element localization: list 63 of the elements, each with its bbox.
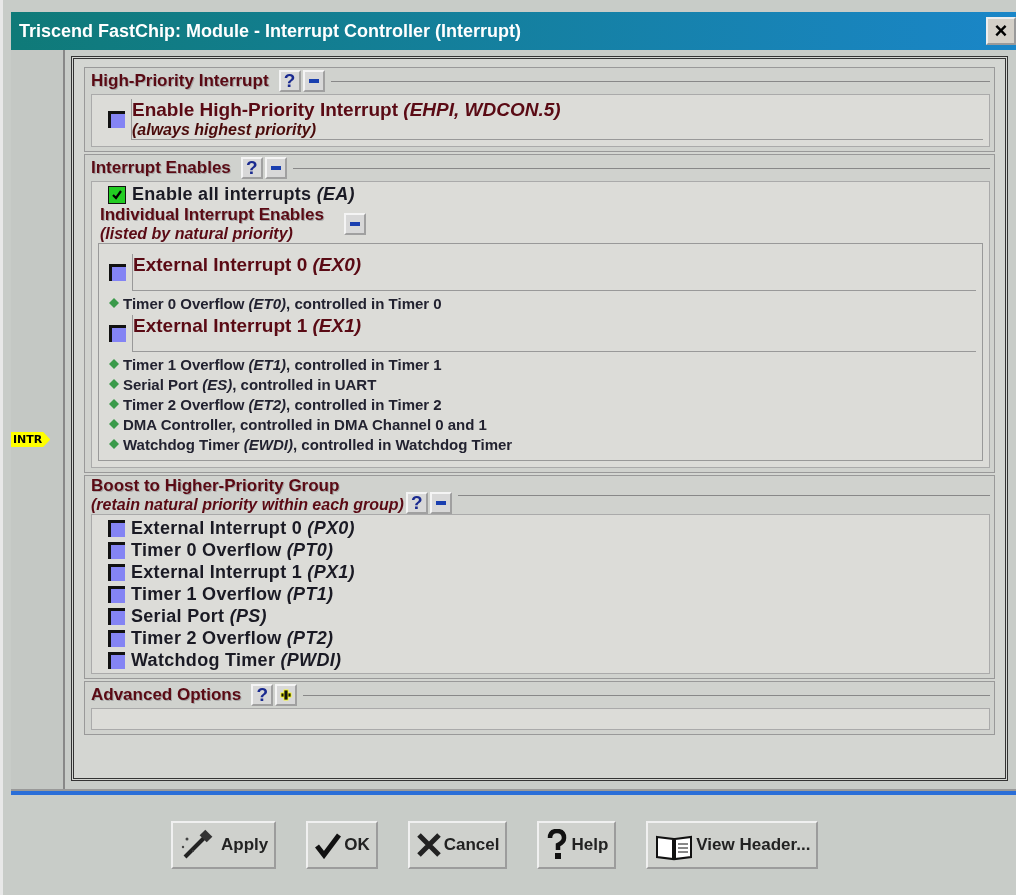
info-text: Timer 2 Overflow (ET2), controlled in Timer 2	[123, 395, 442, 413]
collapse-button[interactable]	[264, 157, 287, 179]
checkbox[interactable]	[109, 325, 126, 342]
checkbox[interactable]	[108, 651, 125, 669]
option-label: External Interrupt 0 (EX0)	[133, 254, 362, 275]
info-text: Serial Port (ES), controlled in UART	[123, 375, 377, 393]
collapse-button[interactable]	[302, 70, 325, 92]
diamond-bullet-icon	[109, 419, 119, 429]
option-label: External Interrupt 1 (EX1)	[133, 315, 362, 336]
help-button[interactable]: ?	[240, 157, 263, 179]
checkbox[interactable]	[108, 563, 125, 581]
collapse-button[interactable]	[429, 492, 452, 514]
diamond-bullet-icon	[109, 399, 119, 409]
option-label: Timer 2 Overflow (PT2)	[131, 627, 334, 649]
check-icon	[314, 831, 343, 859]
checkbox[interactable]	[108, 629, 125, 647]
dialog-button[interactable]: Apply	[171, 821, 277, 869]
dialog-button[interactable]: View Header...	[646, 821, 819, 869]
section-title: Advanced Options	[91, 685, 242, 705]
info-text: Timer 0 Overflow (ET0), controlled in Timer 0	[123, 294, 442, 312]
check-mark-icon	[111, 188, 123, 201]
expand-button[interactable]	[275, 684, 298, 706]
section-title: High-Priority Interrupt	[91, 71, 269, 91]
info-text: Watchdog Timer (EWDI), controlled in Watchdog Timer	[123, 435, 513, 453]
option-label: Timer 0 Overflow (PT0)	[131, 539, 334, 561]
section-note: (retain natural priority within each group)	[91, 496, 404, 514]
dialog-button[interactable]: OK	[306, 821, 378, 869]
help-button[interactable]: ?	[278, 70, 301, 92]
info-text: DMA Controller, controlled in DMA Channel 0 and 1	[123, 415, 487, 433]
option-label: Enable all interrupts (EA)	[132, 184, 355, 205]
collapse-button[interactable]	[343, 213, 366, 235]
option-label: Watchdog Timer (PWDI)	[131, 649, 342, 671]
diamond-bullet-icon	[109, 359, 119, 369]
checkbox[interactable]	[109, 264, 126, 281]
checkbox[interactable]	[108, 541, 125, 559]
window-title: Triscend FastChip: Module - Interrupt Controller (Interrupt)	[19, 20, 521, 42]
info-text: Timer 1 Overflow (ET1), controlled in Timer 1	[123, 355, 442, 373]
group-title: Individual Interrupt Enables	[100, 205, 324, 225]
checkbox[interactable]	[108, 585, 125, 603]
option-label: Enable High-Priority Interrupt (EHPI, WDCON.5)	[132, 99, 562, 121]
checkbox[interactable]	[108, 111, 125, 128]
section-title: Boost to Higher-Priority Group	[91, 476, 341, 496]
section-title: Interrupt Enables	[91, 158, 231, 178]
group-note: (listed by natural priority)	[100, 225, 294, 243]
cross-icon	[415, 832, 442, 858]
option-label: Timer 1 Overflow (PT1)	[131, 583, 334, 605]
option-note: (always highest priority)	[132, 121, 318, 139]
option-label: External Interrupt 1 (PX1)	[131, 561, 355, 583]
checkbox[interactable]	[108, 185, 126, 204]
diamond-bullet-icon	[109, 298, 119, 308]
plus-icon	[279, 688, 294, 702]
help-button[interactable]: ?	[405, 492, 428, 514]
diamond-bullet-icon	[109, 439, 119, 449]
dialog-button[interactable]: Help	[537, 821, 617, 869]
dialog-button[interactable]: Cancel	[407, 821, 508, 869]
close-button[interactable]: ×	[986, 17, 1016, 45]
checkbox[interactable]	[108, 607, 125, 625]
port-marker: INTR	[11, 432, 51, 447]
checkbox[interactable]	[108, 519, 125, 537]
diamond-bullet-icon	[109, 379, 119, 389]
option-label: External Interrupt 0 (PX0)	[131, 517, 355, 539]
help-button[interactable]: ?	[251, 684, 274, 706]
option-label: Serial Port (PS)	[131, 605, 267, 627]
